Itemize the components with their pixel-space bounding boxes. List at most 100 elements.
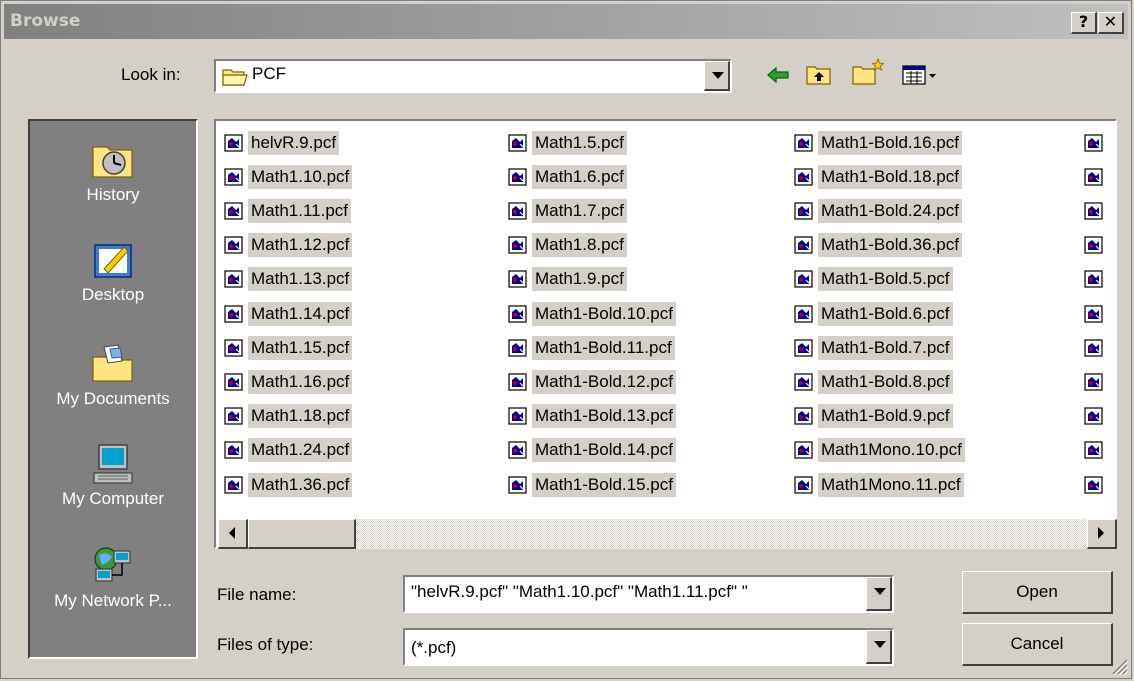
pcf-file-icon [1084, 133, 1103, 152]
file-item[interactable]: Math1.18.pcf [224, 400, 353, 433]
place-my-network[interactable]: My Network P... [30, 545, 196, 611]
files-of-type-value: (*.pcf) [411, 638, 457, 657]
pcf-file-icon [224, 236, 243, 254]
file-name: Math1-Bold.10.pcf [532, 301, 676, 326]
my-network-icon [94, 547, 131, 582]
scroll-thumb[interactable] [248, 519, 356, 549]
place-desktop[interactable]: Desktop [30, 239, 196, 305]
back-arrow-icon[interactable] [765, 63, 791, 87]
file-item[interactable]: Math1.24.pcf [224, 434, 353, 467]
file-item-partial[interactable] [1084, 194, 1108, 227]
file-item[interactable]: Math1-Bold.10.pcf [508, 297, 676, 330]
place-label: Desktop [81, 285, 145, 304]
up-folder-icon[interactable] [805, 63, 833, 87]
file-item[interactable]: Math1.16.pcf [224, 365, 353, 398]
place-label: My Network P... [54, 591, 172, 610]
pcf-file-icon [1084, 441, 1103, 459]
file-name-dropdown-button[interactable] [866, 577, 892, 611]
file-item[interactable]: Math1.8.pcf [508, 229, 627, 262]
look-in-combo[interactable]: PCF [214, 59, 732, 93]
file-item[interactable]: Math1-Bold.9.pcf [794, 400, 953, 433]
files-of-type-dropdown-button[interactable] [866, 630, 892, 664]
pcf-file-icon [224, 202, 243, 220]
file-item-partial[interactable] [1084, 468, 1108, 501]
file-item[interactable]: Math1.6.pcf [508, 160, 627, 193]
desktop-icon [94, 244, 132, 278]
file-item-partial[interactable] [1084, 229, 1108, 262]
file-item[interactable]: Math1-Bold.13.pcf [508, 400, 676, 433]
file-item[interactable]: Math1.14.pcf [224, 297, 353, 330]
scroll-right-button[interactable] [1087, 519, 1117, 549]
pcf-file-icon [224, 373, 243, 391]
file-item[interactable]: Math1.12.pcf [224, 229, 353, 262]
file-item[interactable]: Math1.9.pcf [508, 263, 627, 296]
title-bar[interactable]: Browse ? ✕ [4, 4, 1128, 39]
pcf-file-icon [508, 407, 527, 425]
file-item[interactable]: Math1.7.pcf [508, 194, 627, 227]
file-name: Math1.8.pcf [532, 233, 627, 258]
file-item-partial[interactable] [1084, 434, 1108, 467]
window-title: Browse [10, 11, 81, 31]
file-item[interactable]: Math1.10.pcf [224, 160, 353, 193]
help-button[interactable]: ? [1071, 12, 1097, 34]
file-item[interactable]: Math1-Bold.15.pcf [508, 468, 676, 501]
file-item-partial[interactable] [1084, 365, 1108, 398]
horizontal-scrollbar[interactable] [218, 519, 1117, 549]
pcf-file-icon [508, 202, 527, 220]
file-item[interactable]: Math1-Bold.7.pcf [794, 331, 953, 364]
file-item[interactable]: Math1-Bold.6.pcf [794, 297, 953, 330]
file-item[interactable]: Math1.5.pcf [508, 126, 627, 159]
file-item[interactable]: Math1.15.pcf [224, 331, 353, 364]
pcf-file-icon [224, 441, 243, 459]
place-my-documents[interactable]: My Documents [30, 343, 196, 409]
file-item-partial[interactable] [1084, 331, 1108, 364]
file-item[interactable]: Math1.11.pcf [224, 194, 352, 227]
file-item-partial[interactable] [1084, 297, 1108, 330]
file-item-partial[interactable] [1084, 160, 1108, 193]
file-item[interactable]: helvR.9.pcf [224, 126, 340, 159]
file-item-partial[interactable] [1084, 263, 1108, 296]
look-in-dropdown-button[interactable] [704, 61, 730, 91]
file-item-partial[interactable] [1084, 400, 1108, 433]
close-button[interactable]: ✕ [1098, 12, 1124, 34]
browse-dialog: Browse ? ✕ Look in: PCF History Desktop … [0, 0, 1132, 679]
files-of-type-combo[interactable]: (*.pcf) [403, 628, 894, 666]
new-folder-icon[interactable] [851, 57, 885, 87]
file-item[interactable]: Math1Mono.11.pcf [794, 468, 964, 501]
file-name: Math1-Bold.13.pcf [532, 404, 676, 429]
file-item[interactable]: Math1.36.pcf [224, 468, 353, 501]
file-list-items: helvR.9.pcf Math1.10.pcf Math1.11.pcf Math1… [218, 123, 1117, 517]
file-name: Math1-Bold.9.pcf [818, 404, 953, 429]
pcf-file-icon [508, 236, 527, 254]
place-my-computer[interactable]: My Computer [30, 443, 196, 509]
file-item[interactable]: Math1-Bold.16.pcf [794, 126, 962, 159]
cancel-button[interactable]: Cancel [962, 623, 1113, 666]
scroll-left-button[interactable] [218, 519, 248, 549]
view-menu-icon[interactable] [901, 63, 939, 87]
file-name: Math1.15.pcf [248, 335, 353, 360]
file-list[interactable]: helvR.9.pcf Math1.10.pcf Math1.11.pcf Math1… [214, 119, 1117, 549]
file-name: Math1Mono.11.pcf [818, 472, 964, 497]
file-item[interactable]: Math1-Bold.36.pcf [794, 229, 962, 262]
file-item[interactable]: Math1Mono.10.pcf [794, 434, 965, 467]
file-item[interactable]: Math1-Bold.11.pcf [508, 331, 675, 364]
place-history[interactable]: History [30, 139, 196, 205]
file-item[interactable]: Math1-Bold.24.pcf [794, 194, 962, 227]
file-name-combo[interactable]: "helvR.9.pcf" "Math1.10.pcf" "Math1.11.p… [403, 575, 894, 613]
pcf-file-icon [1084, 475, 1103, 494]
open-button[interactable]: Open [962, 571, 1113, 614]
file-item[interactable]: Math1-Bold.18.pcf [794, 160, 962, 193]
resize-grip-icon[interactable] [1109, 656, 1129, 676]
pcf-file-icon [1084, 202, 1103, 220]
file-item-partial[interactable] [1084, 126, 1108, 159]
file-item[interactable]: Math1-Bold.8.pcf [794, 365, 953, 398]
file-item[interactable]: Math1-Bold.5.pcf [794, 263, 953, 296]
file-item[interactable]: Math1-Bold.14.pcf [508, 434, 676, 467]
file-name: Math1-Bold.14.pcf [532, 438, 676, 463]
pcf-file-icon [794, 373, 813, 391]
arrow-left-icon [229, 527, 235, 539]
pcf-file-icon [1084, 373, 1103, 391]
file-item[interactable]: Math1.13.pcf [224, 263, 353, 296]
file-item[interactable]: Math1-Bold.12.pcf [508, 365, 676, 398]
pcf-file-icon [224, 339, 243, 357]
